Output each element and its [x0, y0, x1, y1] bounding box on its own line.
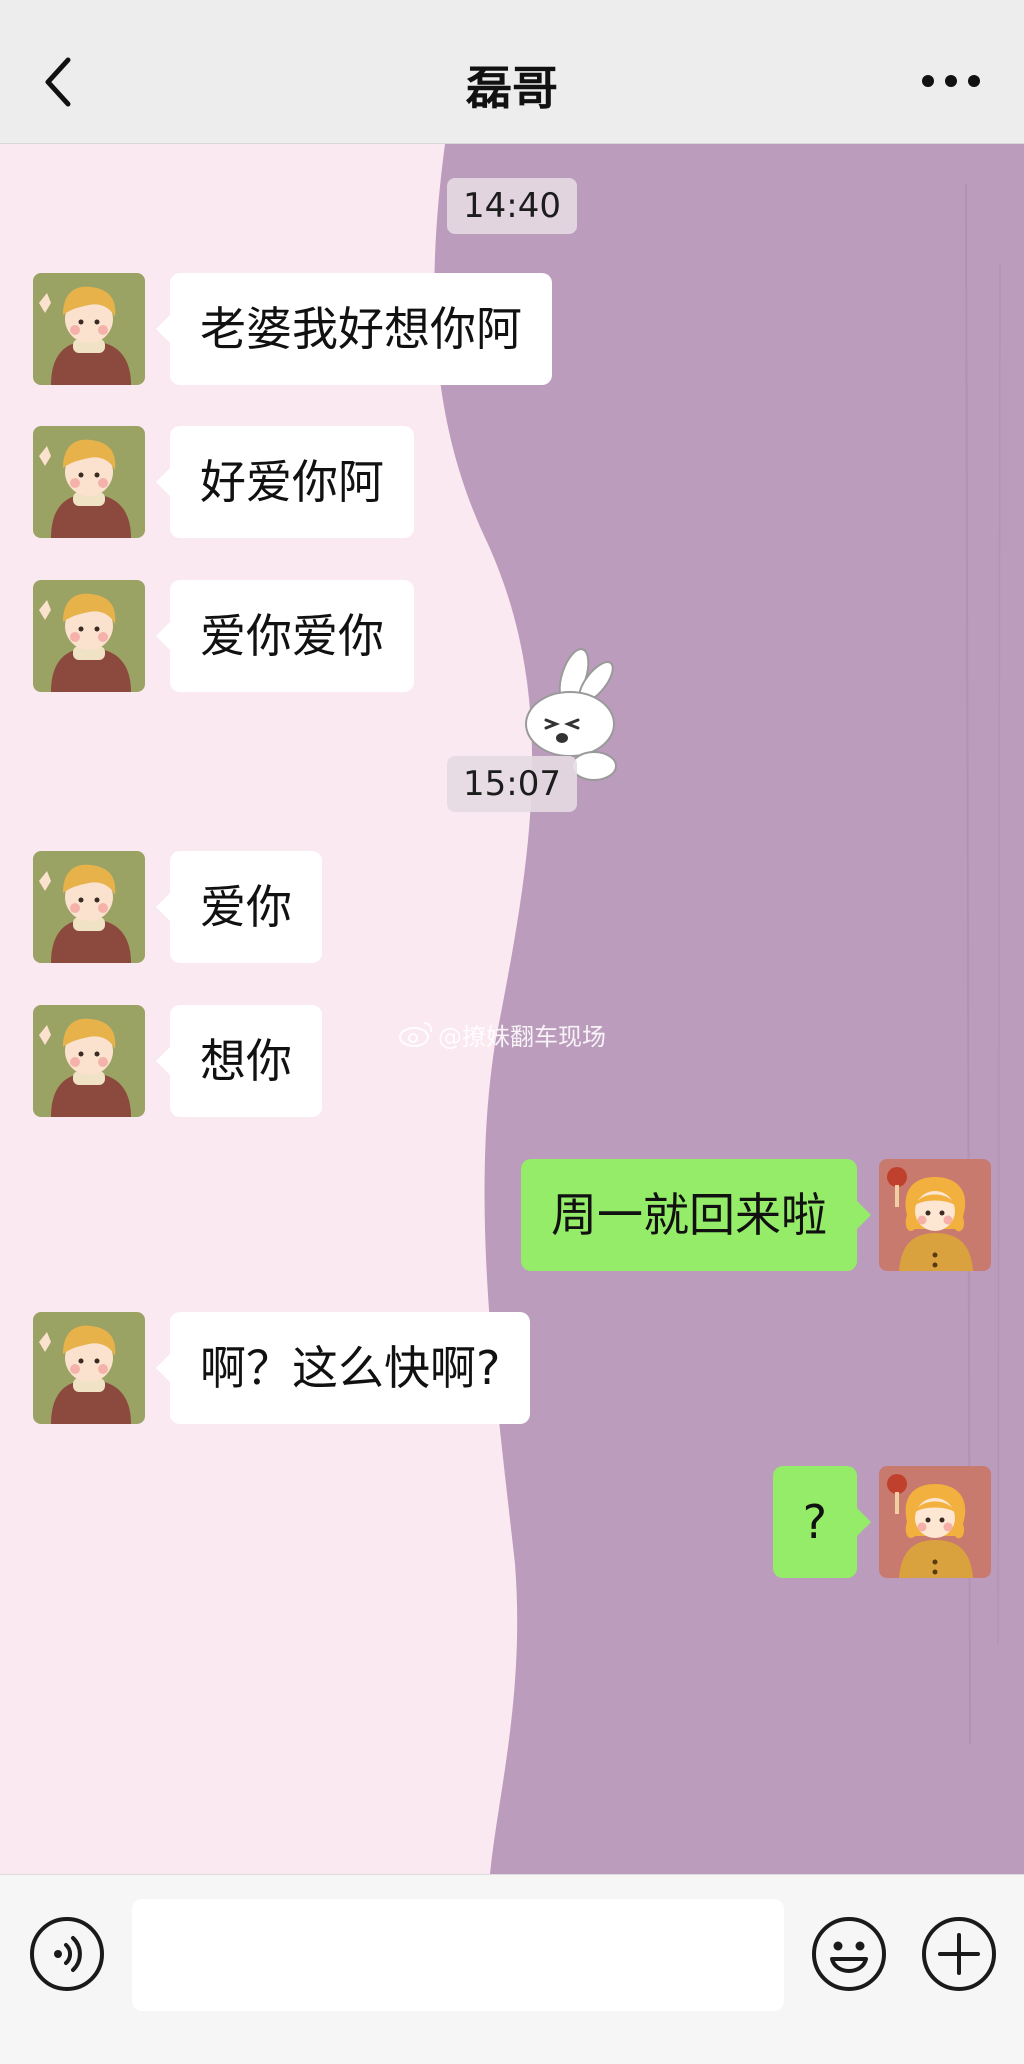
voice-button[interactable]: [28, 1915, 106, 1993]
chat-area[interactable]: 14:40 老婆我好想你阿 好爱你阿 爱你爱你 15:07 爱你 想你 @撩妹翻…: [0, 144, 1024, 1874]
contact-avatar[interactable]: [33, 1312, 145, 1424]
weibo-logo-icon: [399, 1022, 433, 1047]
timestamp: 14:40: [447, 178, 577, 234]
more-dots-icon: [922, 75, 980, 87]
chat-background: [0, 144, 1024, 1874]
girl-avatar-icon: [879, 1466, 991, 1578]
boy-avatar-icon: [33, 1312, 145, 1424]
watermark-text: @撩妹翻车现场: [438, 1022, 606, 1051]
contact-avatar[interactable]: [33, 273, 145, 385]
boy-avatar-icon: [33, 580, 145, 692]
contact-avatar[interactable]: [33, 426, 145, 538]
incoming-message[interactable]: 老婆我好想你阿: [156, 273, 552, 385]
more-button[interactable]: [916, 56, 986, 106]
outgoing-message[interactable]: 周一就回来啦: [521, 1159, 871, 1271]
input-toolbar: [0, 1874, 1024, 2064]
outgoing-message[interactable]: ?: [772, 1466, 872, 1578]
emoji-button[interactable]: [810, 1915, 888, 1993]
chat-title: 磊哥: [466, 61, 558, 115]
contact-avatar[interactable]: [33, 580, 145, 692]
contact-avatar[interactable]: [33, 1005, 145, 1117]
plus-icon: [922, 1917, 996, 1991]
boy-avatar-icon: [33, 851, 145, 963]
plus-button[interactable]: [920, 1915, 998, 1993]
voice-icon: [30, 1917, 104, 1991]
incoming-message[interactable]: 啊？这么快啊?: [155, 1312, 531, 1424]
timestamp: 15:07: [447, 756, 577, 812]
contact-avatar[interactable]: [33, 851, 145, 963]
boy-avatar-icon: [33, 1005, 145, 1117]
boy-avatar-icon: [33, 273, 145, 385]
emoji-icon: [812, 1917, 886, 1991]
incoming-message[interactable]: 爱你: [156, 851, 322, 963]
incoming-message[interactable]: 好爱你阿: [156, 426, 414, 538]
incoming-message[interactable]: 爱你爱你: [156, 580, 414, 692]
self-avatar[interactable]: [879, 1159, 991, 1271]
self-avatar[interactable]: [879, 1466, 991, 1578]
girl-avatar-icon: [879, 1159, 991, 1271]
boy-avatar-icon: [33, 426, 145, 538]
incoming-message[interactable]: 想你: [156, 1005, 322, 1117]
message-input[interactable]: [132, 1899, 784, 2011]
nav-bar: 磊哥: [0, 0, 1024, 144]
watermark: @撩妹翻车现场: [398, 1014, 606, 1054]
